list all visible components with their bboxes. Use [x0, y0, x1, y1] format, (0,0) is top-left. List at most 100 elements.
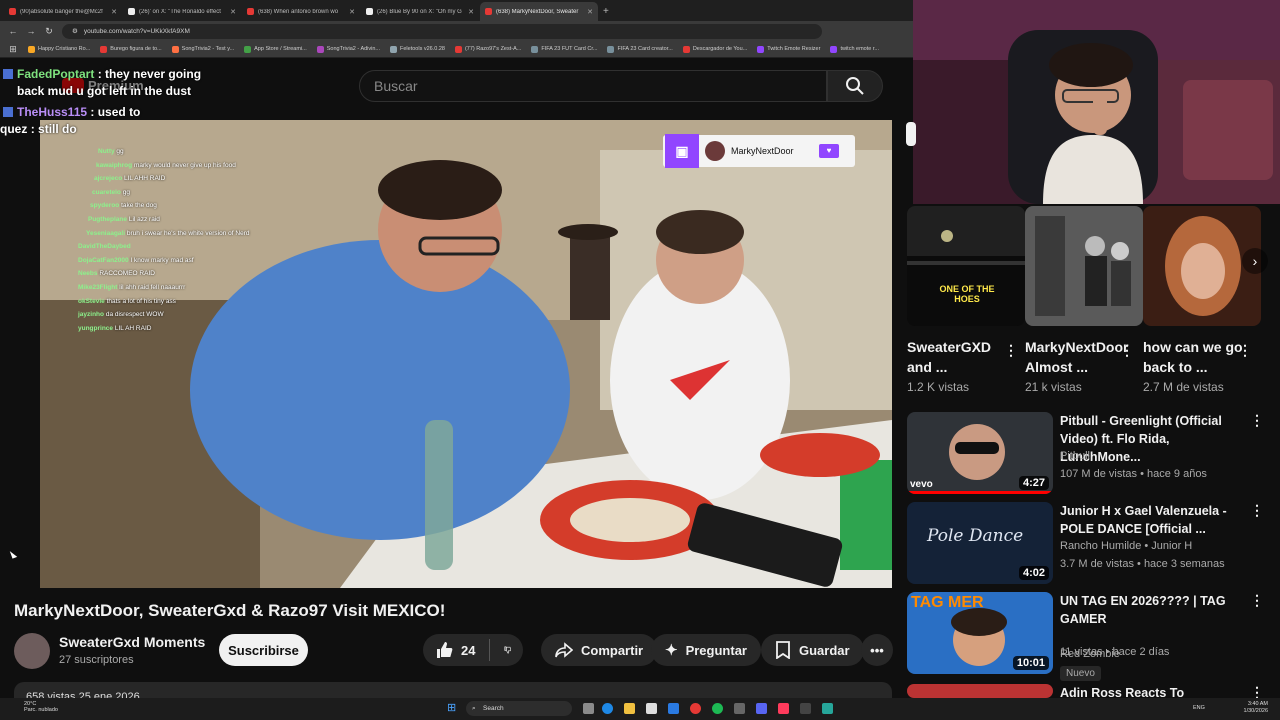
- forward-icon[interactable]: →: [26, 26, 36, 36]
- bookmark-item[interactable]: Feletools v26.0.28: [390, 45, 445, 53]
- weather-widget[interactable]: 20°C Parc. nublado: [24, 701, 58, 713]
- more-vertical-icon[interactable]: ⋮: [1250, 592, 1264, 609]
- browser-tab[interactable]: (26) Blue By 90 on X: "Oh my G ✕: [361, 2, 479, 21]
- short-thumbnail[interactable]: ONE OF THE HOES: [907, 206, 1025, 326]
- close-icon[interactable]: ✕: [349, 8, 355, 16]
- bookmark-item[interactable]: Twitch Emote Resizer: [757, 45, 820, 53]
- video-thumbnail[interactable]: [907, 684, 1053, 698]
- video-thumbnail[interactable]: vevo 4:27: [907, 412, 1053, 494]
- windows-start-icon[interactable]: ⊞: [447, 702, 459, 714]
- close-icon[interactable]: ✕: [587, 8, 593, 16]
- recommended-video[interactable]: vevo 4:27 Pitbull - Greenlight (Official…: [907, 412, 1274, 496]
- short-thumbnail-image: [1025, 206, 1143, 326]
- browser-tab[interactable]: (90)absolute banger the@Mc2f ✕: [4, 2, 122, 21]
- share-button[interactable]: Compartir: [541, 634, 658, 666]
- browser-tab[interactable]: (26)' on X: "The Ronaldo effect ✕: [123, 2, 241, 21]
- bookmark-item[interactable]: Burego figura de to...: [100, 45, 162, 53]
- close-icon[interactable]: ✕: [230, 8, 236, 16]
- task-view-icon[interactable]: [583, 703, 594, 714]
- more-vertical-icon[interactable]: ⋮: [1004, 342, 1018, 359]
- short-title[interactable]: MarkyNextDoor Almost ...: [1025, 337, 1128, 377]
- app-icon[interactable]: [778, 703, 789, 714]
- app-icon[interactable]: [822, 703, 833, 714]
- channel-avatar[interactable]: [14, 633, 50, 669]
- apps-icon[interactable]: ⊞: [8, 44, 18, 55]
- stream-chat-username: DavidTheDaybed: [78, 243, 131, 251]
- more-actions-button[interactable]: •••: [861, 634, 893, 666]
- chrome-icon[interactable]: [690, 703, 701, 714]
- recommended-video[interactable]: TAG MER 10:01 UN TAG EN 2026???? | TAG G…: [907, 592, 1274, 676]
- recommended-video[interactable]: Adin Ross Reacts To ⋮: [907, 684, 1274, 698]
- site-info-icon[interactable]: ⚙: [72, 27, 78, 35]
- spotify-icon[interactable]: [712, 703, 723, 714]
- short-thumbnail[interactable]: [1025, 206, 1143, 326]
- short-title[interactable]: how can we go back to ...: [1143, 337, 1243, 377]
- stream-chat-line: Nutty gg: [78, 145, 338, 159]
- ask-button[interactable]: ✦ Preguntar: [651, 634, 761, 666]
- bookmark-item[interactable]: Descargador de You...: [682, 45, 747, 53]
- more-vertical-icon[interactable]: ⋮: [1250, 502, 1264, 519]
- bookmark-item[interactable]: (77) Razo97's Zest-A...: [454, 45, 521, 53]
- more-vertical-icon[interactable]: ⋮: [1250, 684, 1264, 698]
- channel-name[interactable]: SweaterGxd Moments: [59, 634, 205, 650]
- bookmarks-bar: ⊞ Happy Cristiano Ro... Burego figura de…: [0, 41, 915, 58]
- save-button[interactable]: Guardar: [761, 634, 864, 666]
- bookmark-item[interactable]: SongTrivia2 - Test y...: [171, 45, 234, 53]
- bookmark-item[interactable]: twitch emote r...: [830, 45, 879, 53]
- language-indicator[interactable]: ENG: [1193, 705, 1205, 711]
- stream-chat-line: Mike23Flight lil ahh raid fell naaaurrr: [78, 281, 338, 295]
- search-button[interactable]: [827, 70, 883, 102]
- back-icon[interactable]: ←: [8, 26, 18, 36]
- clock[interactable]: 3:40 AM 1/30/2026: [1244, 701, 1268, 714]
- video-thumbnail[interactable]: TAG MER 10:01: [907, 592, 1053, 674]
- more-vertical-icon[interactable]: ⋮: [1238, 342, 1252, 359]
- more-vertical-icon[interactable]: ⋮: [1120, 342, 1134, 359]
- browser-tab[interactable]: (638) When antonio brown wo ✕: [242, 2, 360, 21]
- edge-icon[interactable]: [602, 703, 613, 714]
- recommended-title[interactable]: UN TAG EN 2026???? | TAG GAMER: [1060, 592, 1250, 628]
- more-vertical-icon[interactable]: ⋮: [1250, 412, 1264, 429]
- filter-chip[interactable]: [906, 122, 916, 146]
- bookmark-item[interactable]: SongTrivia2 - Adivin...: [316, 45, 380, 53]
- bookmark-item[interactable]: FIFA 23 FUT Card Cr...: [531, 45, 597, 53]
- short-views: 1.2 K vistas: [907, 380, 970, 394]
- browser-tab-active[interactable]: (638) MarkyNextDoor, Sweater ✕: [480, 2, 598, 21]
- stream-chat-line: DavidTheDaybed: [78, 240, 338, 254]
- recommended-channel[interactable]: Pitbull: [1060, 450, 1090, 462]
- recommended-title[interactable]: Adin Ross Reacts To: [1060, 684, 1250, 698]
- new-tab-button[interactable]: +: [603, 3, 609, 21]
- chat-message: FadedPoptart : they never going back mud…: [0, 66, 300, 100]
- discord-icon[interactable]: [756, 703, 767, 714]
- thumbnail-title-text: TAG MER: [911, 594, 984, 611]
- bookmark-item[interactable]: FIFA 23 Card creator...: [607, 45, 673, 53]
- short-title[interactable]: SweaterGXD and ...: [907, 337, 1007, 377]
- bookmark-item[interactable]: Happy Cristiano Ro...: [28, 45, 90, 53]
- bookmark-item[interactable]: App Store / Streami...: [244, 45, 307, 53]
- stream-chat-username: spyderoo: [90, 202, 120, 210]
- thumbs-down-icon[interactable]: [504, 641, 511, 659]
- video-thumbnail[interactable]: Pole Dance 4:02: [907, 502, 1053, 584]
- save-label: Guardar: [799, 642, 850, 658]
- like-button[interactable]: 24: [435, 641, 475, 659]
- file-explorer-icon[interactable]: [624, 703, 635, 714]
- subscribe-button[interactable]: Suscribirse: [219, 634, 308, 666]
- close-icon[interactable]: ✕: [111, 8, 117, 16]
- reload-icon[interactable]: ↻: [44, 26, 54, 37]
- ask-label: Preguntar: [685, 642, 747, 658]
- stream-chat-username: kawaiphrog: [96, 161, 133, 169]
- search-input[interactable]: Buscar: [359, 70, 827, 102]
- short-overlay-text: ONE OF THE HOES: [939, 284, 995, 304]
- watch-progress-bar: [907, 491, 1053, 494]
- recommended-channel[interactable]: Rancho Humilde • Junior H: [1060, 540, 1192, 552]
- close-icon[interactable]: ✕: [468, 8, 474, 16]
- taskbar-search[interactable]: ⌕ Search: [466, 701, 572, 716]
- recommended-video[interactable]: Pole Dance 4:02 Junior H x Gael Valenzue…: [907, 502, 1274, 586]
- stream-chat-message: take the dog: [121, 202, 157, 210]
- store-icon[interactable]: [646, 703, 657, 714]
- recommended-title[interactable]: Junior H x Gael Valenzuela - POLE DANCE …: [1060, 502, 1250, 538]
- app-icon[interactable]: [668, 703, 679, 714]
- app-icon[interactable]: [734, 703, 745, 714]
- url-field[interactable]: ⚙ youtube.com/watch?v=UKkXkfA9XM: [62, 23, 822, 39]
- chevron-right-icon[interactable]: ›: [1242, 248, 1268, 274]
- app-icon[interactable]: [800, 703, 811, 714]
